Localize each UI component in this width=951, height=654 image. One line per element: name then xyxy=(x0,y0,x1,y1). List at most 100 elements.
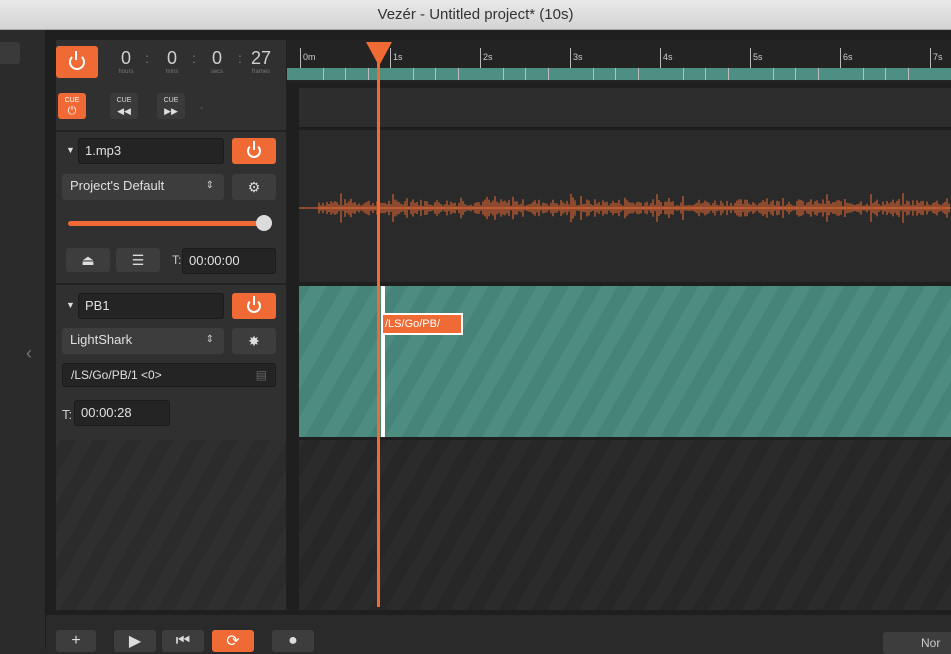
osc-offset-label: T: xyxy=(62,407,73,422)
ruler-label: 4s xyxy=(663,52,673,62)
playhead-handle[interactable] xyxy=(366,42,392,66)
osc-settings-button[interactable]: ✸ xyxy=(232,328,276,354)
window-title: Vezér - Untitled project* (10s) xyxy=(377,6,574,23)
timecode-separator: : xyxy=(192,50,196,66)
cue-marker[interactable] xyxy=(381,286,385,437)
audio-output-select[interactable]: Project's Default ⇕ xyxy=(62,174,224,200)
ruler-minor-tick xyxy=(435,68,436,80)
timecode-separator: : xyxy=(238,50,242,66)
select-arrows-icon: ⇕ xyxy=(205,180,214,191)
window-title-bar: Vezér - Untitled project* (10s) xyxy=(0,0,951,30)
audio-track-name-field[interactable]: 1.mp3 xyxy=(78,138,224,164)
audio-offset-field[interactable]: 00:00:00 xyxy=(182,248,276,274)
timecode-hours[interactable]: 0 hours xyxy=(112,47,140,77)
osc-track-power-button[interactable] xyxy=(232,293,276,319)
osc-offset-field[interactable]: 00:00:28 xyxy=(74,400,170,426)
timecode-frames[interactable]: 27 frames xyxy=(246,47,276,77)
ruler-minor-tick xyxy=(772,68,774,80)
eject-button[interactable]: ⏏ xyxy=(66,248,110,272)
cue-lane[interactable] xyxy=(299,88,951,128)
ruler-minor-tick xyxy=(322,68,324,80)
power-icon xyxy=(69,51,85,70)
plus-icon: + xyxy=(71,632,81,649)
select-arrows-icon: ⇕ xyxy=(205,334,214,345)
sidebar-empty-area xyxy=(56,440,286,610)
ruler-minor-tick xyxy=(907,68,909,80)
ruler-minor-tick xyxy=(682,68,684,80)
note-icon: ▤ xyxy=(255,368,267,382)
volume-slider[interactable] xyxy=(68,221,264,226)
menu-icon: ☰ xyxy=(131,251,145,268)
timecode-separator: : xyxy=(145,50,149,66)
ruler-minor-tick xyxy=(885,68,886,80)
ruler-minor-tick xyxy=(345,68,346,80)
timecode-mins[interactable]: 0 mins xyxy=(158,47,186,77)
master-power-button[interactable] xyxy=(56,46,98,78)
ruler-major-tick xyxy=(480,48,481,68)
ruler-label: 1s xyxy=(393,52,403,62)
disclosure-triangle-icon[interactable]: ▼ xyxy=(66,145,75,155)
ruler-major-tick xyxy=(930,48,931,68)
ruler-minor-tick xyxy=(795,68,796,80)
rewind-icon: ◀◀ xyxy=(117,106,131,116)
playhead[interactable] xyxy=(377,56,380,607)
audio-track-power-button[interactable] xyxy=(232,138,276,164)
ruler-minor-tick xyxy=(592,68,594,80)
ruler-bar[interactable] xyxy=(287,68,951,80)
power-icon xyxy=(247,296,261,313)
ruler-label: 2s xyxy=(483,52,493,62)
ruler-label: 6s xyxy=(843,52,853,62)
timeline-empty-area xyxy=(299,440,951,610)
audio-waveform xyxy=(299,193,951,223)
ruler-minor-tick xyxy=(547,68,549,80)
left-collapsed-panel xyxy=(0,30,46,649)
volume-slider-knob[interactable] xyxy=(256,215,272,231)
skip-back-icon: ⏮ xyxy=(175,632,191,649)
power-icon: ⏻ xyxy=(67,105,77,117)
ruler-minor-tick xyxy=(862,68,864,80)
collapse-left-icon[interactable]: ‹ xyxy=(26,343,32,364)
ruler-label: 0m xyxy=(303,52,316,62)
cue-fast-forward-button[interactable]: CUE ▶▶ xyxy=(157,93,185,119)
ruler-major-tick xyxy=(750,48,751,68)
osc-track-name-field[interactable]: PB1 xyxy=(78,293,224,319)
play-icon: ▶ xyxy=(128,633,142,650)
cue-tag[interactable]: /LS/Go/PB/ xyxy=(381,313,463,335)
ruler-minor-tick xyxy=(457,68,459,80)
loop-icon: ⟳ xyxy=(226,633,240,650)
cue-rewind-button[interactable]: CUE ◀◀ xyxy=(110,93,138,119)
ruler-minor-tick xyxy=(637,68,639,80)
eject-icon: ⏏ xyxy=(81,251,95,268)
mode-button[interactable]: Nor xyxy=(883,632,951,654)
divider xyxy=(56,283,286,285)
ruler-minor-tick xyxy=(727,68,729,80)
ruler-label: 7s xyxy=(933,52,943,62)
osc-clip[interactable] xyxy=(299,286,951,437)
ruler-minor-tick xyxy=(502,68,504,80)
record-icon: ● xyxy=(288,632,298,649)
ruler-minor-tick xyxy=(817,68,819,80)
divider xyxy=(56,130,286,132)
ruler-minor-tick xyxy=(525,68,526,80)
ruler-major-tick xyxy=(840,48,841,68)
fast-forward-icon: ▶▶ xyxy=(164,106,178,116)
list-button[interactable]: ☰ xyxy=(116,248,160,272)
left-panel-handle[interactable] xyxy=(0,42,20,64)
timecode-secs[interactable]: 0 secs xyxy=(202,47,232,77)
ruler-major-tick xyxy=(300,48,301,68)
audio-offset-label: T: xyxy=(172,253,182,267)
ruler-minor-tick xyxy=(615,68,616,80)
ruler-minor-tick xyxy=(367,68,369,80)
ruler-major-tick xyxy=(570,48,571,68)
disclosure-triangle-icon[interactable]: ▼ xyxy=(66,300,75,310)
ruler-major-tick xyxy=(660,48,661,68)
ruler-minor-tick xyxy=(705,68,706,80)
ruler-minor-tick xyxy=(412,68,414,80)
cue-dash: - xyxy=(200,103,204,114)
cue-power-button[interactable]: CUE ⏻ xyxy=(58,93,86,119)
osc-address-field[interactable]: /LS/Go/PB/1 <0> ▤ xyxy=(62,363,276,387)
audio-settings-button[interactable]: ⚙ xyxy=(232,174,276,200)
osc-device-select[interactable]: LightShark ⇕ xyxy=(62,328,224,354)
ruler-label: 5s xyxy=(753,52,763,62)
audio-waveform-lane[interactable] xyxy=(299,130,951,282)
